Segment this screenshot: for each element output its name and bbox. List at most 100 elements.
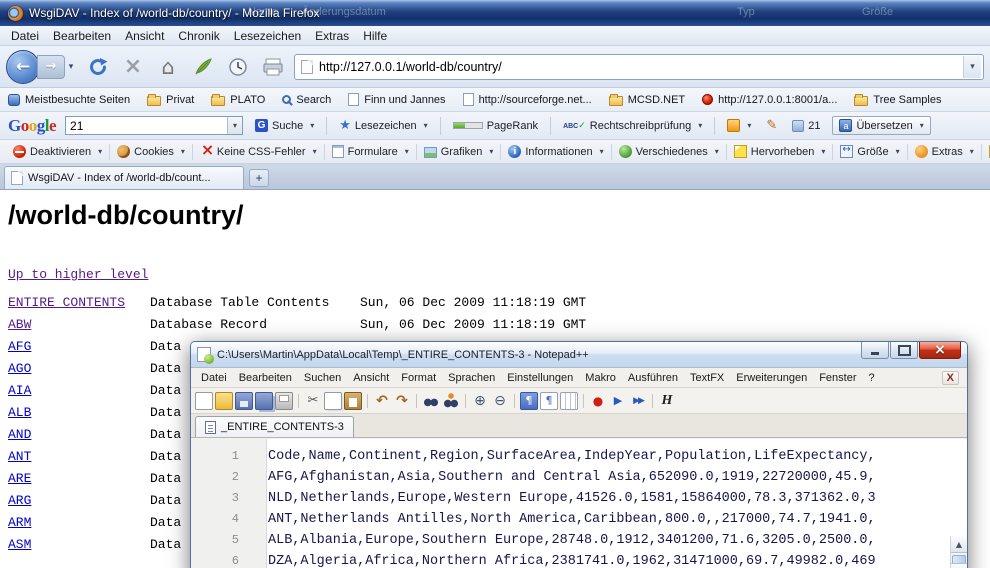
replace-icon[interactable]: [442, 392, 460, 410]
bookmark-item[interactable]: http://sourceforge.net...: [463, 93, 592, 106]
menu-item[interactable]: Extras: [308, 27, 356, 45]
bookmark-item[interactable]: Meistbesuchte Seiten: [8, 94, 130, 106]
menu-item[interactable]: Ansicht: [118, 27, 171, 45]
webdev-menu-button[interactable]: Cookies: [110, 144, 193, 160]
save-icon[interactable]: [235, 392, 253, 410]
bookmark-item[interactable]: Search: [282, 94, 331, 106]
find-icon[interactable]: [422, 392, 440, 410]
entry-link[interactable]: ARM: [8, 512, 150, 534]
menu-item[interactable]: Bearbeiten: [46, 27, 118, 45]
entry-link[interactable]: AFG: [8, 336, 150, 358]
vertical-scrollbar[interactable]: [950, 536, 967, 568]
menu-item[interactable]: Ausführen: [622, 371, 684, 385]
entry-link[interactable]: AND: [8, 424, 150, 446]
autofill-button[interactable]: [724, 117, 754, 134]
google-search-box[interactable]: [65, 116, 243, 135]
minimize-button[interactable]: [861, 342, 889, 359]
menu-item[interactable]: Chronik: [171, 27, 226, 45]
show-symbols-icon[interactable]: [540, 392, 558, 410]
open-file-icon[interactable]: [215, 392, 233, 410]
zoom-out-icon[interactable]: [491, 392, 509, 410]
webdev-menu-button[interactable]: Informationen: [501, 144, 611, 160]
separator[interactable]: [295, 392, 302, 410]
webdev-menu-button[interactable]: Grafiken: [417, 144, 502, 160]
print-button[interactable]: [259, 53, 287, 81]
webdev-menu-button[interactable]: Verschiedenes: [612, 144, 727, 160]
menu-item[interactable]: Datei: [195, 371, 233, 385]
entry-link[interactable]: ENTIRE CONTENTS: [8, 292, 150, 314]
document-close-button[interactable]: X: [942, 371, 959, 385]
webdev-menu-button[interactable]: Deaktivieren: [6, 144, 110, 160]
editor-area[interactable]: 1Code,Name,Continent,Region,SurfaceArea,…: [191, 439, 967, 568]
menu-item[interactable]: Hilfe: [356, 27, 394, 45]
record-macro-icon[interactable]: [589, 392, 607, 410]
webdev-menu-button[interactable]: Quellte: [982, 144, 990, 160]
notepad-window[interactable]: C:\Users\Martin\AppData\Local\Temp\_ENTI…: [190, 341, 968, 568]
zoom-in-icon[interactable]: [471, 392, 489, 410]
separator[interactable]: [462, 392, 469, 410]
separator[interactable]: [580, 392, 587, 410]
url-bar[interactable]: [294, 54, 984, 80]
google-search-button[interactable]: GSuche: [252, 117, 317, 134]
menu-item[interactable]: Einstellungen: [501, 371, 579, 385]
history-dropdown-icon[interactable]: [65, 55, 77, 79]
scroll-down-icon[interactable]: [951, 563, 967, 568]
search-history-dropdown-icon[interactable]: [227, 117, 242, 134]
translate-button[interactable]: Übersetzen: [832, 116, 930, 135]
google-bookmarks-button[interactable]: Lesezeichen: [336, 116, 430, 135]
menu-item[interactable]: ?: [862, 371, 880, 385]
copy-icon[interactable]: [324, 392, 342, 410]
back-button[interactable]: [6, 50, 40, 84]
cut-icon[interactable]: [304, 392, 322, 410]
entry-link[interactable]: ASM: [8, 534, 150, 556]
entry-link[interactable]: ARE: [8, 468, 150, 490]
run-macro-multiple-icon[interactable]: [629, 392, 647, 410]
webdev-menu-button[interactable]: Keine CSS-Fehler: [193, 144, 325, 160]
new-tab-button[interactable]: +: [249, 169, 269, 187]
save-all-icon[interactable]: [255, 392, 273, 410]
stop-button[interactable]: [119, 53, 147, 81]
forward-button[interactable]: [37, 55, 65, 79]
bookmark-item[interactable]: PLATO: [211, 94, 265, 106]
webdev-menu-button[interactable]: Hervorheben: [727, 144, 834, 160]
separator[interactable]: [364, 392, 371, 410]
menu-item[interactable]: Sprachen: [442, 371, 501, 385]
menu-item[interactable]: Fenster: [813, 371, 862, 385]
menu-item[interactable]: Bearbeiten: [233, 371, 298, 385]
notepad-titlebar[interactable]: C:\Users\Martin\AppData\Local\Temp\_ENTI…: [191, 342, 967, 368]
browser-tab[interactable]: WsgiDAV - Index of /world-db/count...: [4, 166, 244, 189]
webdev-menu-button[interactable]: Formulare: [325, 144, 417, 160]
bookmark-item[interactable]: Finn und Jannes: [348, 93, 445, 106]
separator[interactable]: [649, 392, 656, 410]
menu-item[interactable]: Suchen: [298, 371, 347, 385]
bookmark-item[interactable]: Privat: [147, 94, 194, 106]
bookmark-item[interactable]: MCSD.NET: [609, 94, 685, 106]
print-icon[interactable]: [275, 392, 293, 410]
word-wrap-icon[interactable]: [520, 392, 538, 410]
new-file-icon[interactable]: [195, 392, 213, 410]
separator[interactable]: [511, 392, 518, 410]
webdev-menu-button[interactable]: Extras: [908, 144, 982, 160]
reload-button[interactable]: [84, 53, 112, 81]
url-input[interactable]: [319, 60, 957, 74]
redo-icon[interactable]: [393, 392, 411, 410]
textfx-icon[interactable]: [658, 392, 676, 410]
spellcheck-button[interactable]: ABCRechtschreibprüfung: [560, 118, 705, 134]
firefox-titlebar[interactable]: WsgiDAV - Index of /world-db/country/ - …: [0, 0, 990, 26]
scroll-up-icon[interactable]: [951, 536, 967, 553]
menu-item[interactable]: Format: [395, 371, 442, 385]
entry-link[interactable]: ARG: [8, 490, 150, 512]
undo-icon[interactable]: [373, 392, 391, 410]
highlight-pen-button[interactable]: [763, 116, 780, 135]
maximize-button[interactable]: [890, 342, 918, 359]
menu-item[interactable]: Erweiterungen: [730, 371, 813, 385]
document-tab[interactable]: _ENTIRE_CONTENTS-3: [195, 416, 354, 437]
up-to-higher-level-link[interactable]: Up to higher level: [8, 267, 148, 282]
bookmark-item[interactable]: Tree Samples: [854, 94, 941, 106]
bookmark-item[interactable]: http://127.0.0.1:8001/a...: [702, 94, 837, 106]
entry-link[interactable]: ALB: [8, 402, 150, 424]
indent-guide-icon[interactable]: [560, 392, 578, 410]
history-clock-icon[interactable]: [224, 53, 252, 81]
google-search-input[interactable]: [66, 119, 227, 133]
entry-link[interactable]: ABW: [8, 314, 150, 336]
